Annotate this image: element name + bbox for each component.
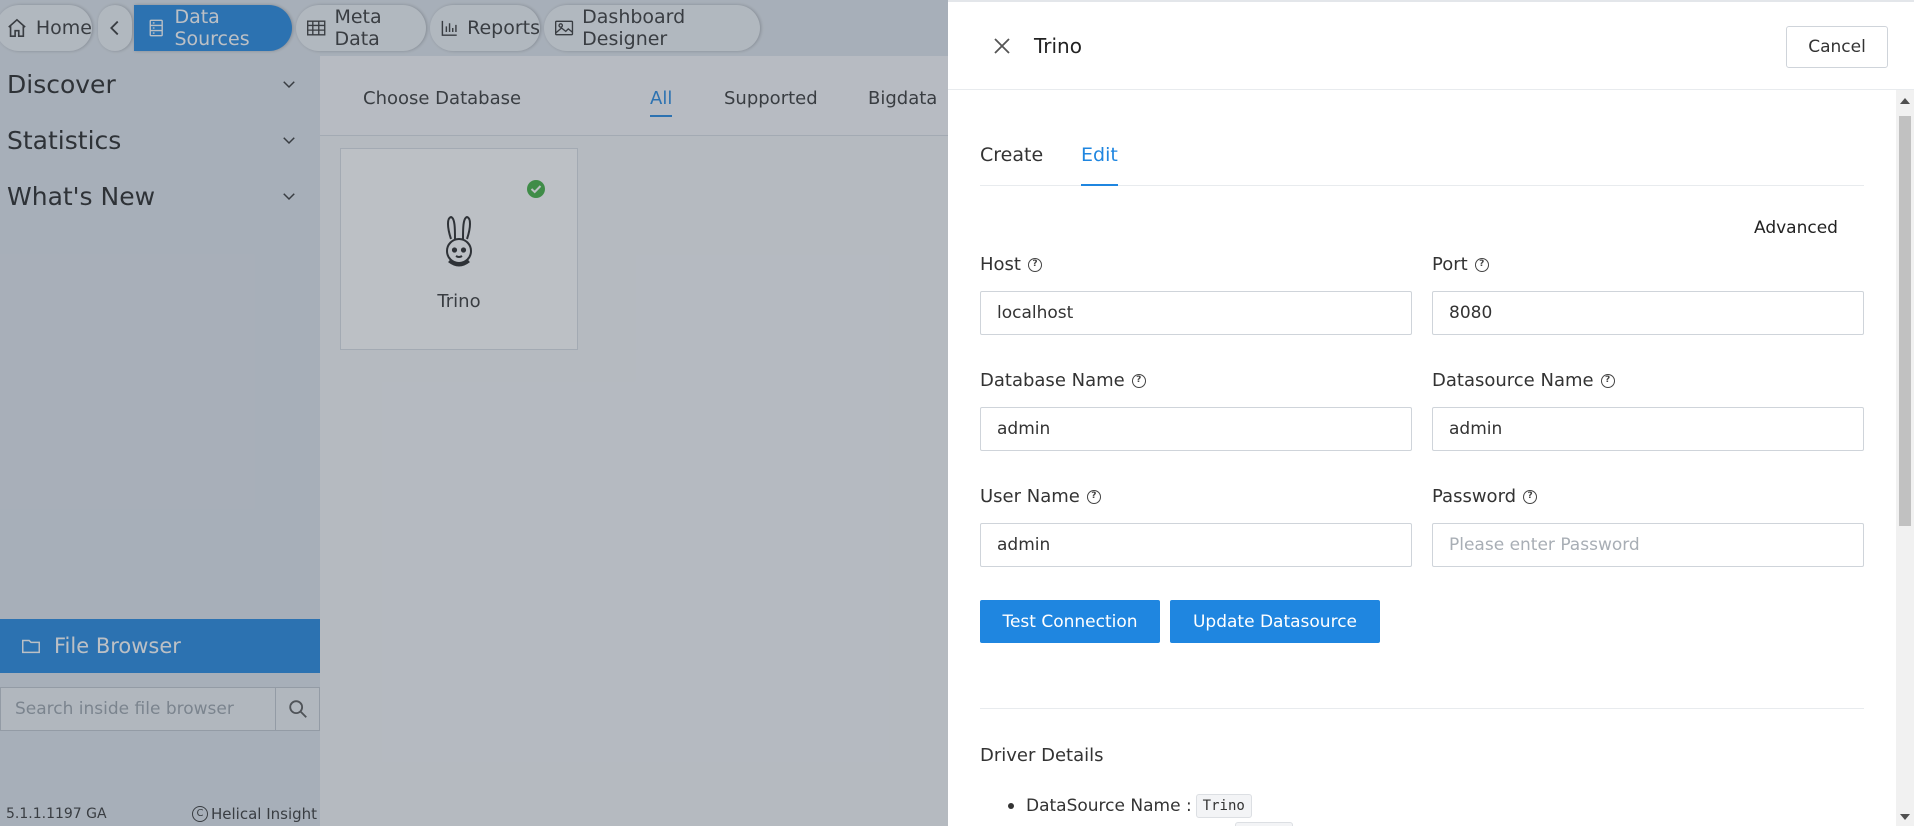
help-icon[interactable]: ? — [1474, 257, 1489, 272]
port-label-text: Port — [1432, 254, 1468, 275]
user-name-label: User Name ? — [980, 486, 1101, 507]
modal-backdrop[interactable] — [0, 0, 948, 826]
close-icon[interactable] — [990, 34, 1014, 58]
drawer-tabs: Create Edit — [980, 134, 1864, 186]
cancel-button[interactable]: Cancel — [1786, 26, 1888, 68]
update-datasource-button[interactable]: Update Datasource — [1170, 600, 1380, 643]
drawer-header: Trino Cancel — [948, 2, 1914, 90]
password-input[interactable] — [1432, 523, 1864, 567]
user-name-input[interactable] — [980, 523, 1412, 567]
datasource-drawer: Trino Cancel Create Edit Advanced Host ?… — [948, 0, 1914, 826]
password-label: Password ? — [1432, 486, 1538, 507]
scroll-up-arrow-icon[interactable] — [1900, 98, 1910, 104]
help-icon[interactable]: ? — [1086, 489, 1101, 504]
database-name-label-text: Database Name — [980, 370, 1125, 391]
advanced-link[interactable]: Advanced — [1754, 218, 1838, 238]
host-label: Host ? — [980, 254, 1042, 275]
user-name-label-text: User Name — [980, 486, 1080, 507]
divider — [980, 708, 1864, 709]
list-bullet — [1008, 803, 1014, 809]
test-connection-button[interactable]: Test Connection — [980, 600, 1160, 643]
scrollbar-thumb[interactable] — [1899, 116, 1911, 526]
drawer-title: Trino — [1034, 34, 1082, 58]
datasource-name-input[interactable] — [1432, 407, 1864, 451]
help-icon[interactable]: ? — [1027, 257, 1042, 272]
database-name-label: Database Name ? — [980, 370, 1146, 391]
driver-detail-item: DataSource Name : Trino — [1008, 794, 1252, 818]
password-label-text: Password — [1432, 486, 1517, 507]
scroll-down-arrow-icon[interactable] — [1900, 814, 1910, 820]
port-input[interactable] — [1432, 291, 1864, 335]
datasource-name-label: Datasource Name ? — [1432, 370, 1615, 391]
port-label: Port ? — [1432, 254, 1489, 275]
tab-edit[interactable]: Edit — [1081, 144, 1118, 186]
driver-details-heading: Driver Details — [980, 745, 1104, 766]
host-label-text: Host — [980, 254, 1021, 275]
datasource-name-label-text: Datasource Name — [1432, 370, 1594, 391]
driver-detail-value-partial — [1235, 822, 1293, 826]
help-icon[interactable]: ? — [1131, 373, 1146, 388]
help-icon[interactable]: ? — [1523, 489, 1538, 504]
database-name-input[interactable] — [980, 407, 1412, 451]
drawer-scrollbar[interactable] — [1896, 90, 1914, 826]
host-input[interactable] — [980, 291, 1412, 335]
help-icon[interactable]: ? — [1600, 373, 1615, 388]
driver-detail-label: DataSource Name : — [1026, 796, 1192, 816]
driver-detail-value: Trino — [1195, 794, 1252, 818]
tab-create[interactable]: Create — [980, 144, 1043, 184]
